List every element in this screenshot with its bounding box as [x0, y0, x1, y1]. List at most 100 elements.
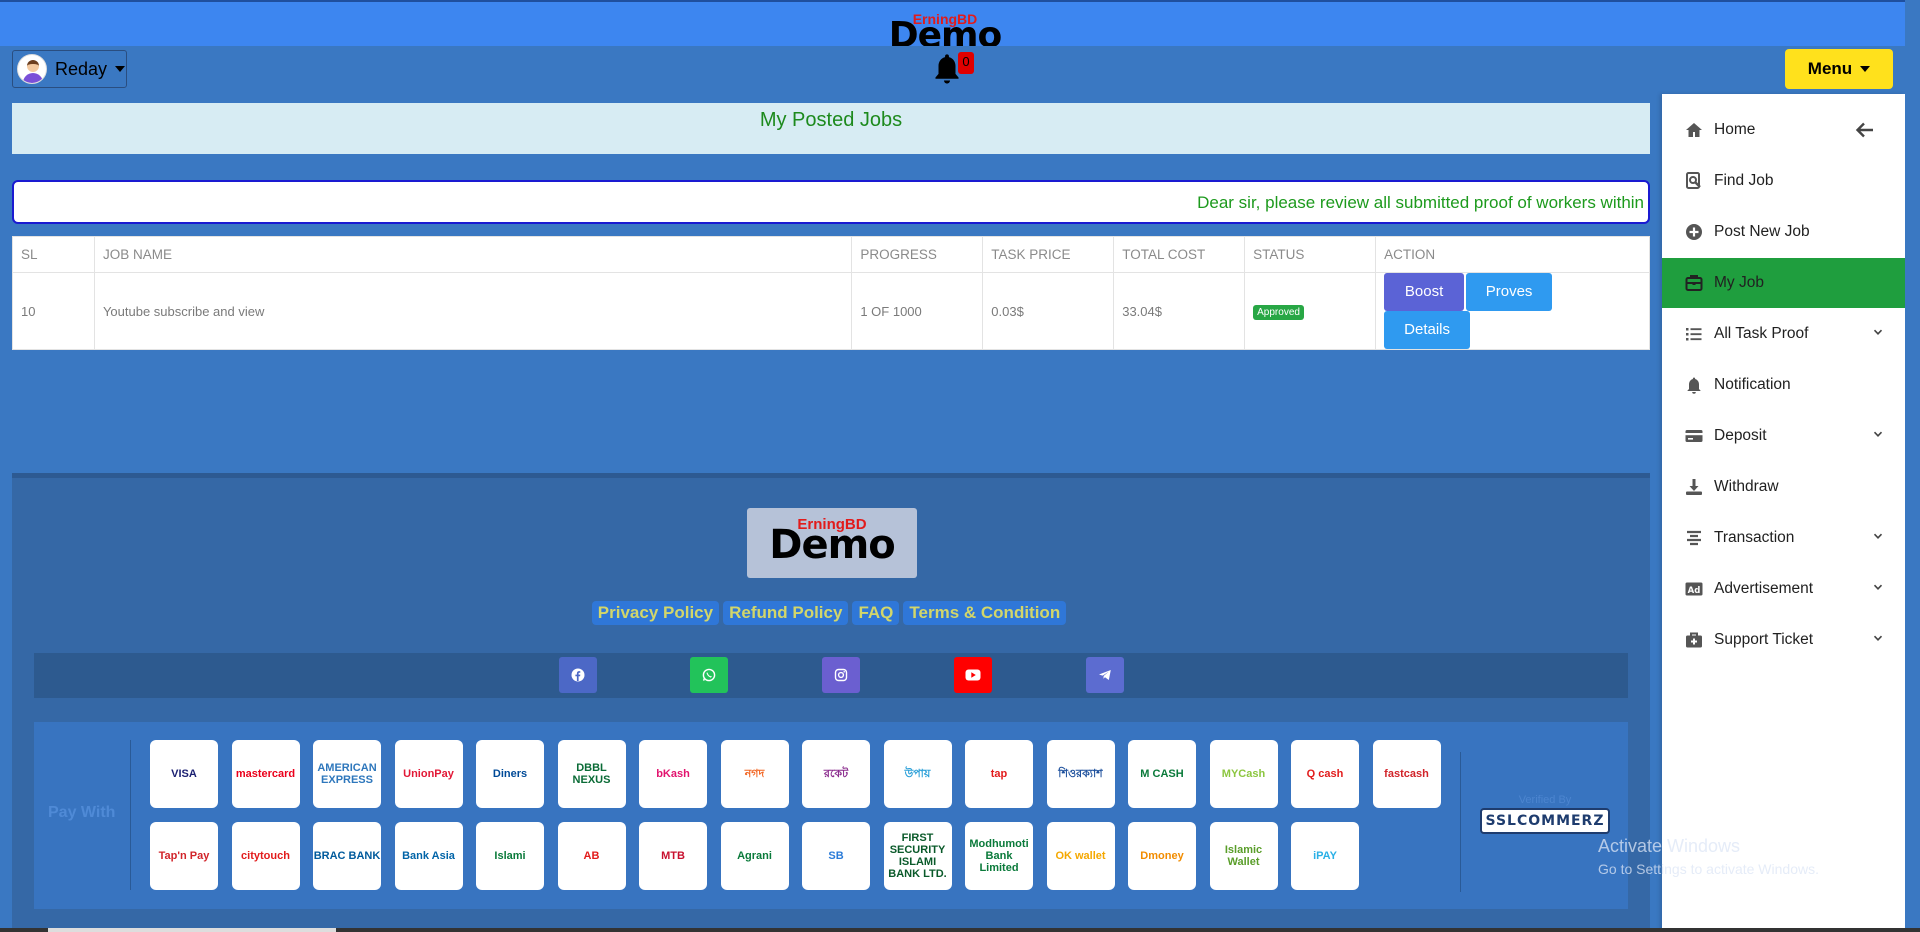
sidebar-item-advertisement[interactable]: Ad Advertisement [1662, 564, 1905, 614]
payment-logo: iPAY [1291, 822, 1359, 890]
sidebar-item-transaction[interactable]: Transaction [1662, 513, 1905, 563]
payment-logo: উপায় [883, 740, 952, 808]
watermark-line-2: Go to Settings to activate Windows. [1598, 861, 1819, 877]
cell-task-price: 0.03$ [982, 272, 1115, 350]
payment-logo-label: citytouch [241, 850, 290, 862]
divider [130, 740, 131, 890]
column-header-action: ACTION [1375, 236, 1650, 273]
payment-logo: citytouch [231, 822, 300, 890]
table-header-row: SL JOB NAME PROGRESS TASK PRICE TOTAL CO… [12, 236, 1650, 273]
sidebar-item-label: Post New Job [1714, 223, 1810, 240]
ad-icon: Ad [1684, 579, 1704, 599]
payment-logo: MTB [639, 822, 707, 890]
payment-logo-label: Diners [492, 768, 528, 780]
list-icon [1684, 324, 1704, 344]
youtube-icon[interactable] [954, 657, 992, 693]
chevron-down-icon [1873, 431, 1883, 437]
user-bar: Reday 0 Menu [0, 46, 1920, 96]
social-bar [34, 653, 1628, 698]
instagram-icon[interactable] [822, 657, 860, 693]
whatsapp-icon[interactable] [690, 657, 728, 693]
user-dropdown-button[interactable]: Reday [12, 50, 127, 88]
payment-logo-label: AMERICAN EXPRESS [317, 762, 377, 786]
refund-policy-link[interactable]: Refund Policy [723, 601, 849, 625]
payment-logo: শিওরক্যাশ [1046, 740, 1115, 808]
horizontal-scrollbar-thumb[interactable] [48, 928, 336, 932]
pay-with-label: Pay With [48, 804, 116, 821]
payment-logo-label: DBBL NEXUS [572, 762, 611, 786]
caret-down-icon [1860, 66, 1871, 72]
payment-logo: AB [557, 822, 626, 890]
cell-action: Boost ProvesDetails [1375, 272, 1650, 350]
table-row: 10 Youtube subscribe and view 1 OF 1000 … [12, 272, 1650, 350]
payment-logo: AMERICAN EXPRESS [313, 740, 381, 808]
top-bar: ErningBD Demo [0, 0, 1920, 54]
payment-logo-label: Bank Asia [402, 850, 455, 862]
privacy-policy-link[interactable]: Privacy Policy [591, 601, 720, 625]
payment-logo: mastercard [231, 740, 300, 808]
sidebar-item-all-task-proof[interactable]: All Task Proof [1662, 309, 1905, 359]
caret-down-icon [115, 66, 126, 72]
sidebar-item-label: Notification [1714, 376, 1791, 393]
cell-total-cost: 33.04$ [1113, 272, 1246, 350]
payment-logo-label: fastcash [1384, 768, 1429, 780]
sidebar-item-home[interactable]: Home [1662, 105, 1905, 155]
payment-logo-label: AB [583, 850, 600, 862]
user-name: Reday [55, 58, 108, 79]
plus-circle-icon [1684, 222, 1704, 242]
card-icon [1684, 426, 1704, 446]
divider [1460, 752, 1461, 892]
policy-links: Privacy Policy Refund Policy FAQ Terms &… [12, 601, 1650, 625]
payment-logo: নগদ [720, 740, 789, 808]
vertical-scrollbar[interactable] [1905, 0, 1920, 932]
sidebar-item-label: Advertisement [1714, 580, 1814, 597]
payment-logo: Modhumoti Bank Limited [965, 822, 1033, 890]
payment-logo-label: OK wallet [1055, 850, 1106, 862]
sidebar-item-withdraw[interactable]: Withdraw [1662, 462, 1905, 512]
payment-logo: fastcash [1372, 740, 1441, 808]
jobs-table: SL JOB NAME PROGRESS TASK PRICE TOTAL CO… [12, 236, 1650, 350]
footer: ErningBD Demo Privacy Policy Refund Poli… [12, 473, 1650, 932]
sidebar-item-support-ticket[interactable]: Support Ticket [1662, 615, 1905, 665]
boost-button[interactable]: Boost [1384, 273, 1465, 311]
activate-windows-watermark: Activate Windows Go to Settings to activ… [1598, 836, 1819, 877]
sidebar-item-find-job[interactable]: Find Job [1662, 156, 1905, 206]
column-header-job-name: JOB NAME [93, 236, 853, 273]
telegram-icon[interactable] [1086, 657, 1124, 693]
cell-status: Approved [1244, 272, 1377, 350]
payment-logo-label: Dmoney [1140, 850, 1184, 862]
terms-link[interactable]: Terms & Condition [903, 601, 1067, 625]
payment-logo-label: MTB [661, 850, 685, 862]
payment-logo: MYCash [1209, 740, 1278, 808]
notice-text: Dear sir, please review all submitted pr… [1197, 193, 1644, 212]
sidebar-item-label: Transaction [1714, 529, 1795, 546]
faq-link[interactable]: FAQ [852, 601, 900, 625]
sidebar-item-notification[interactable]: Notification [1662, 360, 1905, 410]
sidebar-item-label: Deposit [1714, 427, 1767, 444]
menu-label: Menu [1807, 59, 1853, 78]
notification-badge: 0 [958, 52, 974, 74]
chevron-down-icon [1873, 533, 1883, 539]
sidebar-item-deposit[interactable]: Deposit [1662, 411, 1905, 461]
arrow-left-icon[interactable] [1855, 121, 1875, 139]
sidebar-menu: Home Find Job Post New Job My Job All Task P… [1662, 94, 1905, 932]
details-button[interactable]: Details [1384, 311, 1471, 349]
sidebar-item-my-job[interactable]: My Job [1662, 258, 1905, 308]
facebook-icon[interactable] [559, 657, 597, 693]
payment-logo-label: Modhumoti Bank Limited [969, 838, 1029, 874]
payment-logo: bKash [639, 740, 707, 808]
sidebar-item-label: Find Job [1714, 172, 1774, 189]
payment-logo: Q cash [1291, 740, 1359, 808]
footer-brand-big: Demo [769, 522, 896, 568]
payment-methods: Pay With VISA mastercard AMERICAN EXPRESS U… [34, 722, 1628, 909]
proves-button[interactable]: Proves [1466, 273, 1553, 311]
payment-logo-label: mastercard [235, 768, 296, 780]
payment-logo: Islami [476, 822, 544, 890]
sidebar-item-label: My Job [1714, 274, 1764, 291]
brand-logo[interactable]: ErningBD Demo [885, 12, 1005, 54]
align-icon [1684, 528, 1704, 548]
medkit-icon [1684, 630, 1704, 650]
sidebar-item-post-new-job[interactable]: Post New Job [1662, 207, 1905, 257]
footer-logo[interactable]: ErningBD Demo [747, 508, 917, 578]
menu-button[interactable]: Menu [1785, 49, 1893, 89]
